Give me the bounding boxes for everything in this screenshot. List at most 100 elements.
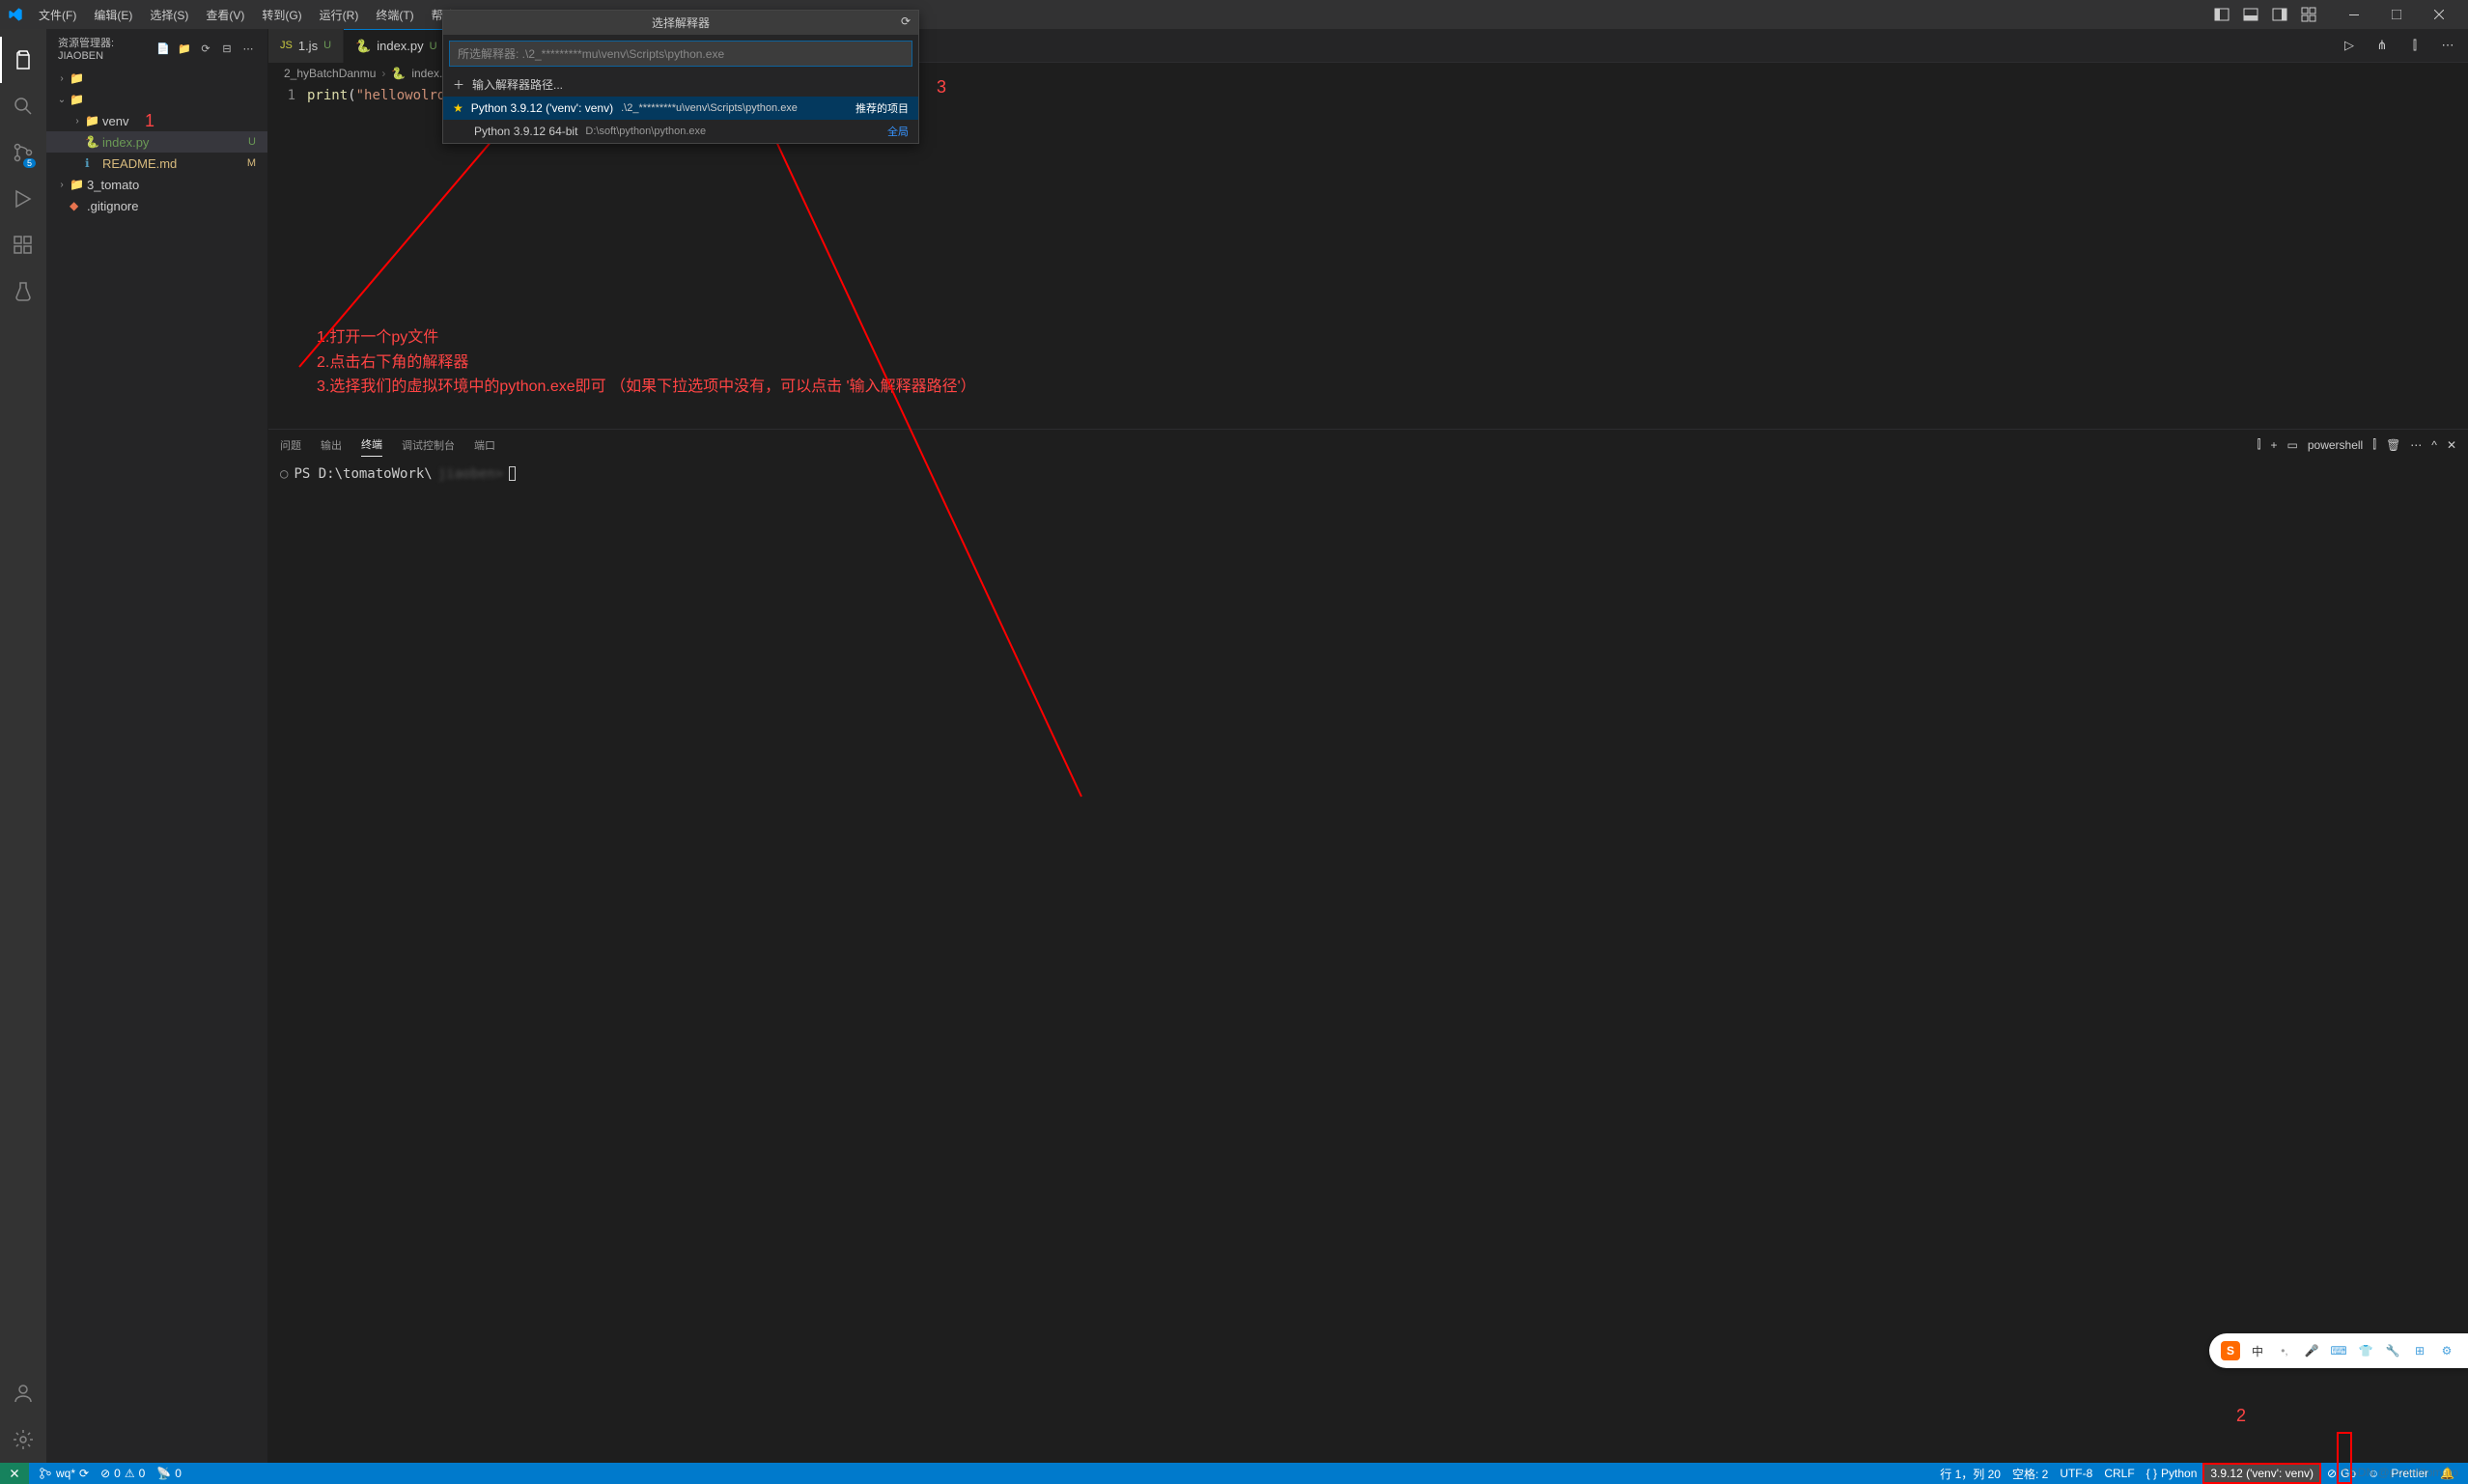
activity-explorer-icon[interactable] [0,37,46,83]
ime-keyboard-icon[interactable]: ⌨ [2329,1341,2348,1360]
quickpick-title: 选择解释器 ⟳ [443,11,918,35]
menu-file[interactable]: 文件(F) [31,3,84,27]
tab-label: 1.js [298,39,318,53]
editor-more-icon[interactable]: ⋯ [2435,33,2460,58]
tree-folder[interactable]: ›📁 [46,68,267,89]
run-file-icon[interactable]: ▷ [2337,33,2362,58]
ime-tool-icon[interactable]: 🔧 [2383,1341,2402,1360]
ime-voice-icon[interactable]: 🎤 [2302,1341,2321,1360]
ime-setting-icon[interactable]: ⚙ [2437,1341,2456,1360]
quickpick-enter-path[interactable]: ＋ 输入解释器路径... [443,72,918,97]
minimize-icon[interactable] [2333,0,2375,29]
file-tree: ›📁 ⌄📁 ›📁venv 🐍index.pyU ℹREADME.mdM ›📁3_… [46,68,267,1463]
quickpick-item-venv[interactable]: ★ Python 3.9.12 ('venv': venv) .\2_*****… [443,97,918,120]
panel-tab-problems[interactable]: 问题 [280,434,301,457]
explorer-sidebar: 资源管理器: JIAOBEN 📄 📁 ⟳ ⊟ ⋯ ›📁 ⌄📁 ›📁venv 🐍i… [46,29,268,1463]
terminal-more-icon[interactable]: ⋯ [2410,438,2422,452]
panel-maximize-icon[interactable]: ^ [2431,438,2437,452]
menu-view[interactable]: 查看(V) [198,3,252,27]
layout-primary-sidebar-icon[interactable] [2209,2,2234,27]
more-icon[interactable]: ⋯ [240,42,256,55]
panel-tab-ports[interactable]: 端口 [474,434,495,457]
activity-scm-icon[interactable]: 5 [0,129,46,176]
status-interpreter[interactable]: 3.9.12 ('venv': venv) [2202,1463,2321,1484]
activity-search-icon[interactable] [0,83,46,129]
tree-folder[interactable]: ⌄📁 [46,89,267,110]
panel-tab-output[interactable]: 输出 [321,434,342,457]
activity-account-icon[interactable] [0,1370,46,1416]
ime-punct-icon[interactable]: •, [2275,1341,2294,1360]
terminal-shell-icon: ▭ [2287,438,2298,452]
terminal-shell-label[interactable]: powershell [2308,438,2363,452]
line-number: 1 [268,88,307,103]
ime-sogou-icon[interactable]: S [2221,1341,2240,1360]
status-encoding[interactable]: UTF-8 [2054,1467,2098,1480]
status-branch[interactable]: wq* ⟳ [33,1467,95,1480]
terminal-new-icon[interactable]: + [2270,438,2277,452]
terminal-content[interactable]: ○ PS D:\tomatoWork\jiaoben> [268,461,2468,902]
star-icon: ★ [453,101,463,115]
status-remote-icon[interactable] [0,1463,29,1484]
layout-panel-icon[interactable] [2238,2,2263,27]
quickpick-input[interactable]: 所选解释器: .\2_*********mu\venv\Scripts\pyth… [449,41,912,67]
menu-terminal[interactable]: 终端(T) [368,3,421,27]
split-editor-icon[interactable]: ⫿ [2402,33,2427,58]
terminal-split-right-icon[interactable]: ⫿ [2372,437,2376,452]
terminal-prompt-blur: jiaoben> [438,466,503,482]
activity-debug-icon[interactable] [0,176,46,222]
status-cursor-pos[interactable]: 行 1，列 20 [1934,1466,2006,1482]
status-eol[interactable]: CRLF [2098,1467,2140,1480]
tree-file-index-py[interactable]: 🐍index.pyU [46,131,267,153]
status-problems[interactable]: ⊘0 ⚠0 [95,1467,151,1480]
menu-goto[interactable]: 转到(G) [254,3,309,27]
panel-close-icon[interactable]: ✕ [2447,438,2456,452]
terminal-split-icon[interactable]: ⫿ [2258,437,2261,452]
collapse-icon[interactable]: ⊟ [219,42,235,55]
menu-select[interactable]: 选择(S) [142,3,196,27]
maximize-icon[interactable] [2375,0,2418,29]
breadcrumb-segment[interactable]: 2_hyBatchDanmu [284,67,376,80]
activity-bar: 5 [0,29,46,1463]
activity-settings-icon[interactable] [0,1416,46,1463]
ime-lang[interactable]: 中 [2248,1341,2267,1360]
tree-folder-tomato[interactable]: ›📁3_tomato [46,174,267,195]
status-language[interactable]: { }Python [2141,1467,2203,1480]
terminal-panel: 问题 输出 终端 调试控制台 端口 ⫿ + ▭ powershell ⫿ 🗑 ⋯… [268,429,2468,902]
debug-config-icon[interactable]: ⋔ [2370,33,2395,58]
tab-1js[interactable]: JS 1.js U [268,29,344,63]
tab-label: index.py [377,39,423,53]
menu-edit[interactable]: 编辑(E) [86,3,140,27]
tree-folder-venv[interactable]: ›📁venv [46,110,267,131]
refresh-icon[interactable]: ⟳ [198,42,213,55]
vscode-logo [8,7,23,22]
code-line[interactable]: print("hellowolrd") [307,88,462,103]
tree-file-gitignore[interactable]: ◆.gitignore [46,195,267,216]
ime-toolbar[interactable]: S 中 •, 🎤 ⌨ 👕 🔧 ⊞ ⚙ [2209,1333,2468,1368]
new-file-icon[interactable]: 📄 [155,42,171,55]
status-ports[interactable]: 📡0 [151,1467,187,1480]
panel-tab-debug[interactable]: 调试控制台 [402,434,455,457]
quickpick-item-global[interactable]: Python 3.9.12 64-bit D:\soft\python\pyth… [443,120,918,143]
menu-run[interactable]: 运行(R) [312,3,367,27]
ime-skin-icon[interactable]: 👕 [2356,1341,2375,1360]
new-folder-icon[interactable]: 📁 [177,42,192,55]
activity-extensions-icon[interactable] [0,222,46,268]
status-indent[interactable]: 空格: 2 [2006,1466,2054,1482]
status-bar: wq* ⟳ ⊘0 ⚠0 📡0 行 1，列 20 空格: 2 UTF-8 CRLF… [0,1463,2468,1484]
explorer-title: 资源管理器: JIAOBEN [58,35,155,62]
layout-secondary-sidebar-icon[interactable] [2267,2,2292,27]
python-file-icon: 🐍 [355,39,371,54]
layout-controls [2209,2,2321,27]
tree-file-readme[interactable]: ℹREADME.mdM [46,153,267,174]
layout-customize-icon[interactable] [2296,2,2321,27]
menu-bar: 文件(F) 编辑(E) 选择(S) 查看(V) 转到(G) 运行(R) 终端(T… [31,3,478,27]
plus-icon: ＋ [453,76,464,93]
window-controls [2333,0,2460,29]
terminal-kill-icon[interactable]: 🗑 [2386,438,2400,452]
reload-icon[interactable]: ⟳ [901,14,911,28]
panel-tab-terminal[interactable]: 终端 [361,433,382,457]
activity-testing-icon[interactable] [0,268,46,315]
interpreter-quickpick: 选择解释器 ⟳ 所选解释器: .\2_*********mu\venv\Scri… [442,10,919,144]
ime-grid-icon[interactable]: ⊞ [2410,1341,2429,1360]
close-icon[interactable] [2418,0,2460,29]
